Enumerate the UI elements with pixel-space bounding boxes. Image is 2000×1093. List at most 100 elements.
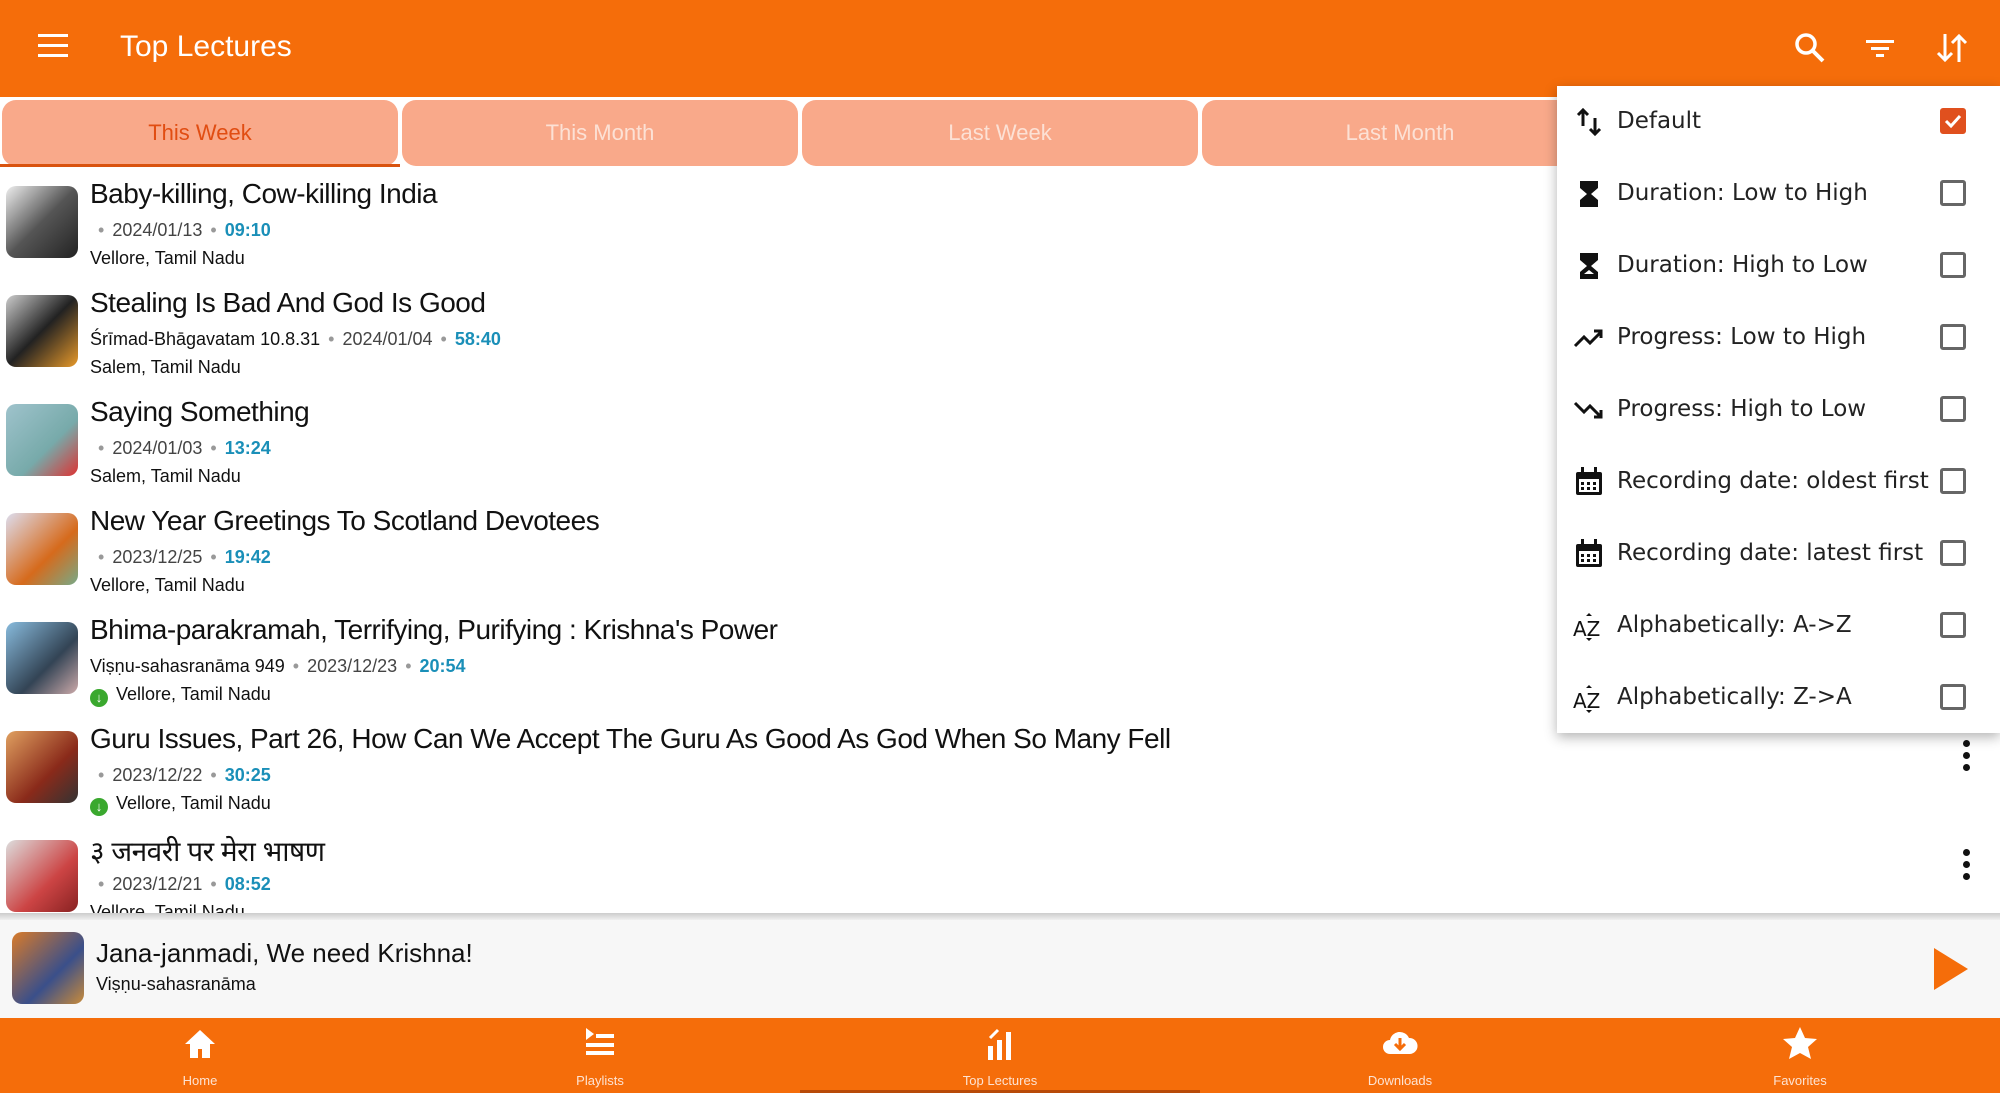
nav-label: Playlists <box>576 1073 624 1088</box>
check-icon <box>1944 114 1962 129</box>
lecture-meta: • 2024/01/13 • 09:10 <box>98 220 271 240</box>
sort-alpha-icon: AZ <box>1573 613 1600 641</box>
svg-text:AZ: AZ <box>1573 617 1600 641</box>
sort-checkbox[interactable] <box>1940 468 1966 494</box>
sort-option[interactable]: Duration: High to Low <box>1557 230 2000 302</box>
lecture-duration: 08:52 <box>224 874 271 894</box>
lecture-thumbnail <box>6 731 78 803</box>
lecture-location: Salem, Tamil Nadu <box>90 357 241 377</box>
nav-label: Home <box>182 1073 218 1088</box>
sort-checkbox[interactable] <box>1940 108 1966 134</box>
lecture-date: 2023/12/22 <box>112 765 203 785</box>
more-options-icon[interactable] <box>1958 849 1974 889</box>
sort-option-label: Alphabetically: A->Z <box>1617 612 1852 638</box>
lecture-title: Guru Issues, Part 26, How Can We Accept … <box>90 723 1171 754</box>
sort-alpha-icon: AZ <box>1573 685 1600 713</box>
lecture-thumbnail <box>6 840 78 912</box>
sort-option[interactable]: Duration: Low to High <box>1557 158 2000 230</box>
sort-checkbox[interactable] <box>1940 396 1966 422</box>
tab-this-month[interactable]: This Month <box>402 100 798 166</box>
sort-option-label: Duration: High to Low <box>1617 252 1868 278</box>
bottom-nav: Home Playlists Top Lectures Downloads Fa… <box>0 1018 2000 1093</box>
lecture-title: Baby-killing, Cow-killing India <box>90 178 438 209</box>
lecture-location: Vellore, Tamil Nadu <box>116 684 271 704</box>
star-icon <box>1783 1027 1817 1059</box>
sort-option[interactable]: Recording date: latest first <box>1557 518 2000 590</box>
filter-icon[interactable] <box>1860 28 1900 68</box>
nav-home[interactable]: Home <box>0 1018 400 1093</box>
chart-icon <box>988 1028 1011 1060</box>
lecture-meta: • 2023/12/25 • 19:42 <box>98 547 271 567</box>
lecture-meta: • 2023/12/22 • 30:25 <box>98 765 271 785</box>
nav-label: Favorites <box>1773 1073 1827 1088</box>
search-icon[interactable] <box>1790 28 1830 68</box>
nav-downloads[interactable]: Downloads <box>1200 1018 1600 1093</box>
sort-checkbox[interactable] <box>1940 180 1966 206</box>
tab-last-month[interactable]: Last Month <box>1202 100 1598 166</box>
lecture-location: Salem, Tamil Nadu <box>90 466 241 486</box>
mini-player[interactable]: Jana-janmadi, We need Krishna! Viṣṇu-sah… <box>0 920 2000 1018</box>
sort-option[interactable]: AZ Alphabetically: A->Z <box>1557 590 2000 662</box>
player-subtitle: Viṣṇu-sahasranāma <box>96 974 256 994</box>
lecture-location-row: ↓ Vellore, Tamil Nadu <box>90 684 271 707</box>
lecture-row[interactable]: New Year Greetings To Scotland Devotees … <box>0 505 1560 613</box>
lecture-date: 2023/12/25 <box>112 547 203 567</box>
lecture-location-row: ↓ Vellore, Tamil Nadu <box>90 793 271 816</box>
sort-checkbox[interactable] <box>1940 540 1966 566</box>
sort-option[interactable]: AZ Alphabetically: Z->A <box>1557 662 2000 734</box>
player-thumbnail <box>12 932 84 1004</box>
sort-option-label: Default <box>1617 108 1702 134</box>
sort-option[interactable]: Default <box>1557 86 2000 158</box>
lecture-row[interactable]: Baby-killing, Cow-killing India • 2024/01… <box>0 178 1560 286</box>
sort-option[interactable]: Recording date: oldest first <box>1557 446 2000 518</box>
lecture-date: 2024/01/04 <box>342 329 433 349</box>
play-icon[interactable] <box>1934 948 1968 990</box>
lecture-title: New Year Greetings To Scotland Devotees <box>90 505 600 536</box>
playlist-icon <box>586 1028 614 1055</box>
downloaded-icon: ↓ <box>90 798 108 816</box>
sort-option[interactable]: Progress: High to Low <box>1557 374 2000 446</box>
sort-option-label: Alphabetically: Z->A <box>1617 684 1852 710</box>
lecture-row[interactable]: Stealing Is Bad And God Is Good Śrīmad-B… <box>0 287 1560 395</box>
sort-option-label: Progress: Low to High <box>1617 324 1867 350</box>
lecture-thumbnail <box>6 622 78 694</box>
sort-icon[interactable] <box>1932 28 1972 68</box>
trending-down-icon <box>1573 401 1603 419</box>
tab-last-week[interactable]: Last Week <box>802 100 1198 166</box>
more-options-icon[interactable] <box>1958 740 1974 780</box>
lecture-thumbnail <box>6 295 78 367</box>
lecture-duration: 09:10 <box>224 220 271 240</box>
lecture-location-row: Salem, Tamil Nadu <box>90 466 241 487</box>
hourglass-top-icon <box>1580 181 1598 207</box>
calendar-icon <box>1576 539 1602 567</box>
home-icon <box>185 1030 215 1058</box>
lecture-row[interactable]: Guru Issues, Part 26, How Can We Accept … <box>0 723 1560 831</box>
lecture-row[interactable]: Bhima-parakramah, Terrifying, Purifying … <box>0 614 1560 722</box>
cloud-download-icon <box>1383 1031 1418 1054</box>
active-tab-indicator <box>0 164 400 167</box>
lecture-location-row: Vellore, Tamil Nadu <box>90 902 245 913</box>
lecture-location-row: Vellore, Tamil Nadu <box>90 575 245 596</box>
lecture-meta: Śrīmad-Bhāgavatam 10.8.31 • 2024/01/04 • 58:… <box>90 329 501 349</box>
sort-checkbox[interactable] <box>1940 684 1966 710</box>
sort-checkbox[interactable] <box>1940 324 1966 350</box>
sort-checkbox[interactable] <box>1940 252 1966 278</box>
lecture-thumbnail <box>6 404 78 476</box>
menu-icon[interactable] <box>38 34 68 58</box>
tab-this-week[interactable]: This Week <box>2 100 398 166</box>
nav-playlists[interactable]: Playlists <box>400 1018 800 1093</box>
lecture-meta: Viṣṇu-sahasranāma 949 • 2023/12/23 • 20:54 <box>90 656 466 676</box>
lecture-row[interactable]: ३ जनवरी पर मेरा भाषण • 2023/12/21 • 08:52 V… <box>0 832 1560 913</box>
sort-option-label: Progress: High to Low <box>1617 396 1867 422</box>
sort-option-label: Recording date: oldest first <box>1617 468 1929 494</box>
trending-up-icon <box>1573 329 1603 348</box>
nav-top-lectures[interactable]: Top Lectures <box>800 1018 1200 1093</box>
lecture-date: 2024/01/13 <box>112 220 203 240</box>
lecture-thumbnail <box>6 513 78 585</box>
sort-option-label: Duration: Low to High <box>1617 180 1868 206</box>
sort-option[interactable]: Progress: Low to High <box>1557 302 2000 374</box>
hourglass-bottom-icon <box>1580 253 1598 279</box>
sort-checkbox[interactable] <box>1940 612 1966 638</box>
lecture-row[interactable]: Saying Something • 2024/01/03 • 13:24 Salem… <box>0 396 1560 504</box>
nav-favorites[interactable]: Favorites <box>1600 1018 2000 1093</box>
